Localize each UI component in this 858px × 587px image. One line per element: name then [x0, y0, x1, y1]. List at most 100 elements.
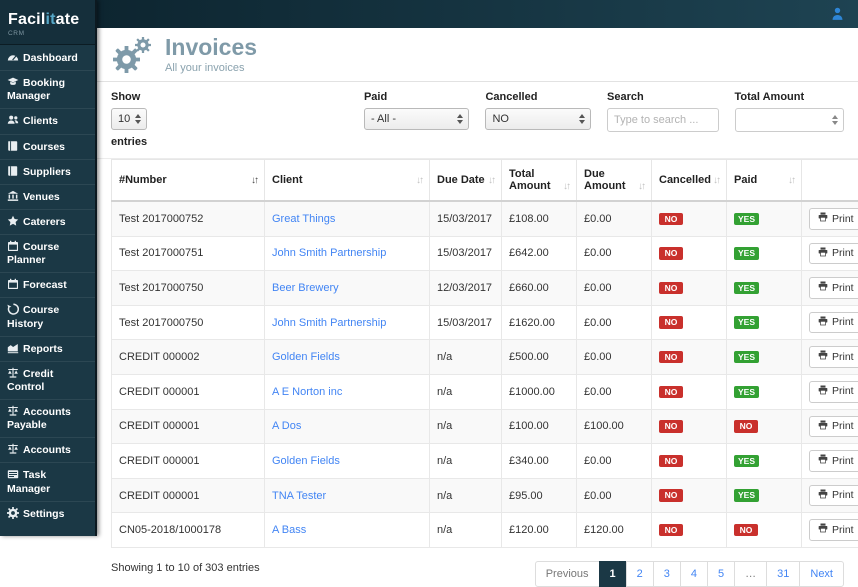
client-link[interactable]: A Dos — [272, 420, 301, 432]
client-link[interactable]: John Smith Partnership — [272, 317, 386, 329]
pagination-page-5[interactable]: 5 — [707, 561, 735, 587]
sidebar-item-caterers[interactable]: Caterers — [0, 209, 95, 234]
dashboard-icon — [7, 51, 19, 63]
client-link[interactable]: A E Norton inc — [272, 386, 342, 398]
sidebar-item-label: Accounts — [23, 444, 71, 456]
printer-icon — [818, 454, 828, 468]
client-link[interactable]: Golden Fields — [272, 455, 340, 467]
print-button[interactable]: Print — [809, 485, 858, 507]
sidebar-item-clients[interactable]: Clients — [0, 108, 95, 133]
print-button[interactable]: Print — [809, 346, 858, 368]
cancelled-select-wrap: NO — [485, 108, 591, 130]
total-amount-label: Total Amount — [735, 91, 845, 103]
sidebar-item-credit-control[interactable]: Credit Control — [0, 361, 95, 399]
pagination-page-31[interactable]: 31 — [766, 561, 800, 587]
paid-badge: YES — [734, 351, 759, 364]
forecast-icon — [7, 278, 19, 290]
print-button[interactable]: Print — [809, 416, 858, 438]
column-header-total-amount[interactable]: Total Amount↓↑ — [502, 160, 577, 202]
sidebar-item-label: Suppliers — [23, 166, 71, 178]
sidebar-item-reports[interactable]: Reports — [0, 336, 95, 361]
column-header-due-amount[interactable]: Due Amount↓↑ — [577, 160, 652, 202]
sidebar-item-forecast[interactable]: Forecast — [0, 272, 95, 297]
sidebar-item-label: Forecast — [23, 279, 67, 291]
print-button[interactable]: Print — [809, 450, 858, 472]
due-amount: £0.00 — [577, 340, 652, 375]
paid-badge: NO — [734, 420, 758, 433]
total-amount-group: Total Amount — [735, 91, 845, 132]
total-amount: £340.00 — [502, 444, 577, 479]
entries-label: entries — [111, 136, 348, 148]
paid-badge: NO — [734, 524, 758, 537]
search-label: Search — [607, 91, 719, 103]
sidebar-item-label: Settings — [23, 508, 64, 520]
print-button[interactable]: Print — [809, 208, 858, 230]
sidebar-item-course-planner[interactable]: Course Planner — [0, 234, 95, 272]
pagination-previous[interactable]: Previous — [535, 561, 600, 587]
printer-icon — [818, 281, 828, 295]
print-button[interactable]: Print — [809, 519, 858, 541]
total-amount-input[interactable] — [736, 109, 844, 131]
client-link[interactable]: TNA Tester — [272, 490, 326, 502]
table-head: #Number↓↑Client↓↑Due Date↓↑Total Amount↓… — [112, 160, 858, 202]
pagination-page-2[interactable]: 2 — [626, 561, 654, 587]
pagination-page-1[interactable]: 1 — [599, 561, 627, 587]
due-date: n/a — [430, 409, 502, 444]
filter-bar: Show 10 entries Paid - All - Cancelled N… — [97, 82, 858, 159]
course-history-icon — [7, 303, 19, 315]
sidebar-item-suppliers[interactable]: Suppliers — [0, 159, 95, 184]
app-logo[interactable]: Facilitate CRM — [0, 0, 95, 45]
sidebar-item-task-manager[interactable]: Task Manager — [0, 462, 95, 500]
sidebar-item-dashboard[interactable]: Dashboard — [0, 46, 95, 70]
paid-select[interactable]: - All - — [365, 109, 469, 129]
printer-icon — [818, 489, 828, 503]
sidebar-item-courses[interactable]: Courses — [0, 134, 95, 159]
sort-icon: ↓↑ — [713, 175, 719, 186]
client-link[interactable]: Beer Brewery — [272, 282, 339, 294]
brand-sub: CRM — [8, 30, 87, 37]
client-link[interactable]: Golden Fields — [272, 351, 340, 363]
total-amount: £108.00 — [502, 201, 577, 236]
cancelled-select[interactable]: NO — [486, 109, 590, 129]
sort-icon: ↓↑ — [788, 175, 794, 186]
pagination-page-3[interactable]: 3 — [653, 561, 681, 587]
print-button[interactable]: Print — [809, 312, 858, 334]
sidebar-item-settings[interactable]: Settings — [0, 501, 95, 526]
due-date: 15/03/2017 — [430, 305, 502, 340]
cancelled-badge: NO — [659, 386, 683, 399]
cancelled-badge: NO — [659, 213, 683, 226]
print-button[interactable]: Print — [809, 277, 858, 299]
sidebar-item-accounts-payable[interactable]: Accounts Payable — [0, 399, 95, 437]
paid-badge: YES — [734, 489, 759, 502]
show-entries-select[interactable]: 10 — [112, 109, 146, 129]
client-link[interactable]: John Smith Partnership — [272, 247, 386, 259]
print-button[interactable]: Print — [809, 381, 858, 403]
user-icon[interactable] — [831, 7, 844, 21]
column-header-paid[interactable]: Paid↓↑ — [727, 160, 802, 202]
settings-icon — [7, 507, 19, 519]
sidebar-item-label: Dashboard — [23, 52, 78, 64]
sidebar-item-course-history[interactable]: Course History — [0, 297, 95, 335]
client-link[interactable]: A Bass — [272, 524, 306, 536]
column-header-client[interactable]: Client↓↑ — [265, 160, 430, 202]
print-button[interactable]: Print — [809, 243, 858, 265]
table-row: CREDIT 000001A E Norton incn/a£1000.00£0… — [112, 374, 858, 409]
sidebar-menu: Dashboard Booking ManagerClientsCourses Su… — [0, 45, 95, 526]
pagination-next[interactable]: Next — [799, 561, 844, 587]
cancelled-badge: NO — [659, 455, 683, 468]
pagination-page-4[interactable]: 4 — [680, 561, 708, 587]
client-link[interactable]: Great Things — [272, 213, 335, 225]
due-amount: £100.00 — [577, 409, 652, 444]
invoice-number: Test 2017000750 — [112, 271, 265, 306]
column-header-number[interactable]: #Number↓↑ — [112, 160, 265, 202]
sidebar-item-accounts[interactable]: Accounts — [0, 437, 95, 462]
table-row: Test 2017000750Beer Brewery12/03/2017£66… — [112, 271, 858, 306]
sort-icon: ↓↑ — [416, 175, 422, 186]
clients-icon — [7, 114, 19, 126]
sidebar-item-venues[interactable]: Venues — [0, 184, 95, 209]
column-header-due-date[interactable]: Due Date↓↑ — [430, 160, 502, 202]
sidebar-item-booking-manager[interactable]: Booking Manager — [0, 70, 95, 108]
column-header-cancelled[interactable]: Cancelled↓↑ — [652, 160, 727, 202]
show-entries-group: Show 10 entries — [111, 91, 348, 148]
search-input[interactable] — [607, 108, 719, 132]
